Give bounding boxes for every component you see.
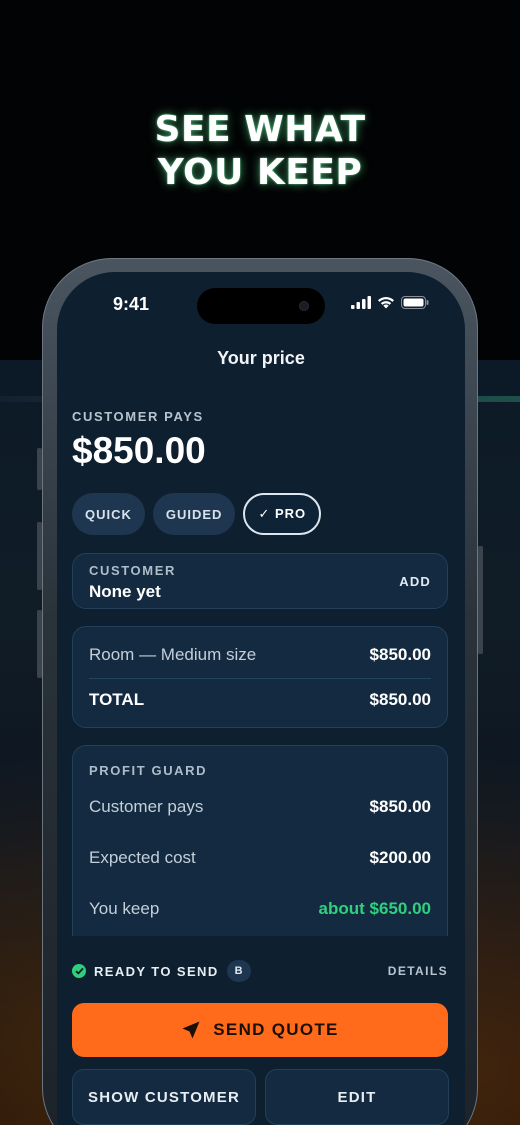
profit-row-customer-pays: Customer pays $850.00 (89, 797, 431, 817)
phone-screen: 9:41 Your price CUSTOMER PAYS $850.00 QU… (57, 272, 465, 1125)
screen-title: Your price (217, 348, 305, 368)
profit-row-label: You keep (89, 899, 160, 918)
profit-guard-card: PROFIT GUARD Customer pays $850.00 Expec… (72, 745, 448, 945)
headline-line-1: SEE WHAT (154, 109, 366, 150)
profit-row-expected-cost: Expected cost $200.00 (89, 848, 431, 868)
send-quote-button[interactable]: SEND QUOTE (72, 1003, 448, 1057)
total-value: $850.00 (369, 690, 431, 709)
send-icon (182, 1021, 200, 1039)
cellular-signal-icon (351, 296, 371, 309)
line-item-value: $850.00 (369, 645, 431, 664)
edit-label: EDIT (337, 1088, 377, 1106)
mode-guided-button[interactable]: GUIDED (152, 493, 236, 535)
check-circle-icon (72, 964, 86, 978)
details-link[interactable]: DETAILS (388, 964, 448, 978)
phone-power-button (478, 546, 483, 654)
front-camera-icon (299, 301, 309, 311)
ready-to-send-text: READY TO SEND (94, 963, 219, 979)
total-label: TOTAL (89, 690, 145, 709)
mode-quick-button[interactable]: QUICK (72, 493, 145, 535)
profit-row-label: Customer pays (89, 797, 204, 816)
customer-pays-amount: $850.00 (72, 430, 206, 471)
promo-headline: SEE WHAT YOU KEEP (0, 108, 520, 194)
mode-pro-button[interactable]: ✓ PRO (243, 493, 322, 535)
status-icons (351, 296, 429, 309)
line-items-divider (89, 678, 431, 679)
pricing-mode-selector: QUICK GUIDED ✓ PRO (72, 493, 322, 535)
customer-pays-label: CUSTOMER PAYS (72, 409, 204, 424)
line-item-label: Room — Medium size (89, 645, 257, 664)
profit-guard-title: PROFIT GUARD (89, 763, 208, 778)
profit-row-you-keep: You keep about $650.00 (89, 899, 431, 919)
send-quote-label: SEND QUOTE (213, 1020, 339, 1039)
headline-line-2: YOU KEEP (157, 152, 363, 193)
phone-mute-switch (37, 448, 42, 490)
add-customer-button[interactable]: ADD (399, 574, 431, 589)
customer-value: None yet (89, 582, 161, 601)
profit-row-label: Expected cost (89, 848, 196, 867)
line-items-card: Room — Medium size $850.00 TOTAL $850.00 (72, 626, 448, 728)
status-time: 9:41 (113, 294, 150, 314)
show-customer-button[interactable]: SHOW CUSTOMER (72, 1069, 256, 1125)
battery-icon (401, 296, 429, 309)
phone-volume-up-button (37, 522, 42, 590)
phone-volume-down-button (37, 610, 42, 678)
total-row: TOTAL $850.00 (89, 690, 431, 710)
you-keep-value: about $650.00 (318, 899, 431, 918)
dynamic-island (197, 288, 325, 324)
show-customer-label: SHOW CUSTOMER (88, 1088, 240, 1106)
profit-row-value: $850.00 (369, 797, 431, 816)
b-badge: B (226, 960, 251, 982)
wifi-icon (378, 297, 394, 309)
profit-row-value: $200.00 (369, 848, 431, 867)
customer-card[interactable]: CUSTOMER None yet ADD (72, 553, 448, 609)
edit-button[interactable]: EDIT (265, 1069, 449, 1125)
line-item-row[interactable]: Room — Medium size $850.00 (89, 645, 431, 665)
customer-label: CUSTOMER (89, 563, 176, 578)
ready-status: READY TO SEND B (72, 960, 251, 982)
